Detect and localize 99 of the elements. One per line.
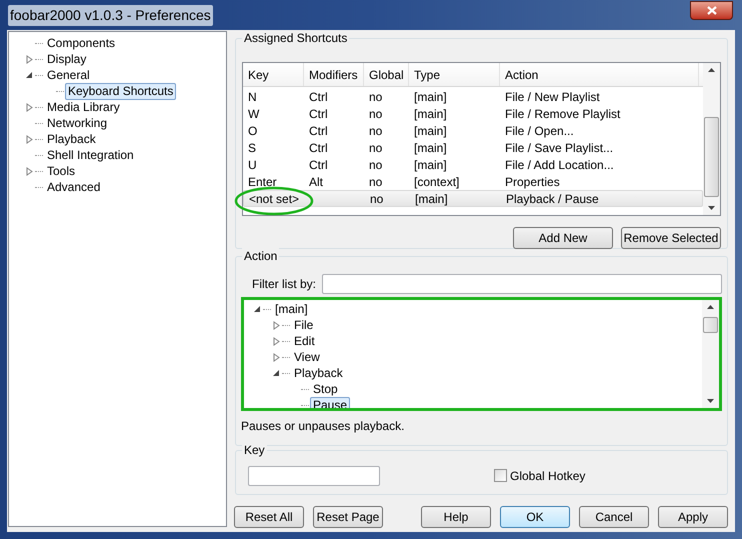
tree-item[interactable]: Tools bbox=[44, 162, 78, 180]
table-cell: S bbox=[248, 140, 256, 154]
button[interactable]: Remove Selected bbox=[621, 227, 721, 249]
filter-label: Filter list by: bbox=[252, 276, 316, 293]
table-row[interactable]: Enter Alt no [context] Properties bbox=[243, 173, 703, 190]
column-header[interactable]: Key bbox=[243, 63, 304, 86]
scroll-thumb[interactable] bbox=[704, 117, 719, 197]
scroll-up-icon[interactable] bbox=[707, 305, 714, 309]
tree-item[interactable]: Networking bbox=[44, 114, 110, 132]
table-cell: Enter bbox=[248, 174, 277, 188]
table-cell: no bbox=[369, 174, 382, 188]
tree-item[interactable]: Media Library bbox=[44, 98, 123, 116]
group-title: Key bbox=[242, 442, 267, 458]
table-cell: [main] bbox=[415, 192, 448, 206]
table-cell: O bbox=[248, 124, 258, 138]
table-cell: [main] bbox=[414, 158, 447, 172]
tree-item[interactable]: Display bbox=[44, 50, 90, 68]
table-cell: Alt bbox=[309, 174, 324, 188]
table-row[interactable]: W Ctrl no [main] File / Remove Playlist bbox=[243, 105, 703, 122]
table-row[interactable]: N Ctrl no [main] File / New Playlist bbox=[243, 88, 703, 105]
table-cell: Playback / Pause bbox=[506, 192, 599, 206]
table-cell: [main] bbox=[414, 124, 447, 138]
button[interactable]: Reset All bbox=[234, 506, 304, 528]
tree-item[interactable]: Keyboard Shortcuts bbox=[65, 82, 176, 100]
table-cell: File / Open... bbox=[505, 124, 574, 138]
scroll-thumb[interactable] bbox=[703, 317, 718, 333]
tree-item[interactable]: Stop bbox=[310, 380, 341, 398]
scroll-down-icon[interactable] bbox=[707, 399, 714, 403]
close-icon bbox=[706, 6, 716, 14]
table-row[interactable]: <not set> no [main] Playback / Pause bbox=[243, 190, 703, 207]
table-row[interactable]: U Ctrl no [main] File / Add Location... bbox=[243, 156, 703, 173]
checkbox[interactable] bbox=[494, 469, 507, 482]
table-cell: File / New Playlist bbox=[505, 90, 600, 104]
table-cell: [main] bbox=[414, 140, 447, 154]
table-cell: [main] bbox=[414, 106, 447, 120]
expanded-triangle-icon[interactable] bbox=[25, 70, 34, 80]
key-field[interactable] bbox=[248, 466, 380, 486]
table-cell: <not set> bbox=[249, 192, 300, 206]
collapsed-triangle-icon[interactable] bbox=[272, 336, 281, 346]
collapsed-triangle-icon[interactable] bbox=[25, 166, 34, 176]
window-title: foobar2000 v1.0.3 - Preferences bbox=[8, 4, 213, 26]
table-cell: Ctrl bbox=[309, 106, 328, 120]
column-header[interactable]: Type bbox=[409, 63, 500, 86]
action-description: Pauses or unpauses playback. bbox=[241, 418, 406, 435]
scroll-up-icon[interactable] bbox=[708, 68, 715, 72]
table-cell: [context] bbox=[414, 174, 460, 188]
table-row[interactable]: S Ctrl no [main] File / Save Playlist... bbox=[243, 139, 703, 156]
tree-item[interactable]: Playback bbox=[44, 130, 99, 148]
button[interactable]: Apply bbox=[658, 506, 728, 528]
table-cell: U bbox=[248, 158, 257, 172]
group-title: Assigned Shortcuts bbox=[242, 30, 350, 46]
tree-item[interactable]: Playback bbox=[291, 364, 346, 382]
collapsed-triangle-icon[interactable] bbox=[272, 320, 281, 330]
table-cell: Properties bbox=[505, 174, 560, 188]
table-cell: File / Save Playlist... bbox=[505, 140, 614, 154]
scroll-down-icon[interactable] bbox=[708, 206, 715, 210]
table-cell: no bbox=[369, 140, 382, 154]
collapsed-triangle-icon[interactable] bbox=[272, 352, 281, 362]
tree-item[interactable]: General bbox=[44, 66, 93, 84]
table-row[interactable]: O Ctrl no [main] File / Open... bbox=[243, 122, 703, 139]
table-cell: [main] bbox=[414, 90, 447, 104]
column-header[interactable]: Modifiers bbox=[304, 63, 364, 86]
scrollbar[interactable] bbox=[702, 300, 719, 408]
tree-item[interactable]: View bbox=[291, 348, 323, 366]
button[interactable]: Help bbox=[421, 506, 491, 528]
table-cell: Ctrl bbox=[309, 158, 328, 172]
button[interactable]: Add New bbox=[513, 227, 613, 249]
collapsed-triangle-icon[interactable] bbox=[25, 54, 34, 64]
expanded-triangle-icon[interactable] bbox=[272, 368, 281, 378]
scrollbar[interactable] bbox=[703, 63, 720, 215]
table-cell: no bbox=[369, 90, 382, 104]
close-button[interactable] bbox=[690, 0, 733, 20]
column-header[interactable]: Global bbox=[364, 63, 409, 86]
expanded-triangle-icon[interactable] bbox=[253, 304, 262, 314]
button[interactable]: Reset Page bbox=[313, 506, 383, 528]
collapsed-triangle-icon[interactable] bbox=[25, 134, 34, 144]
tree-item[interactable]: [main] bbox=[272, 300, 311, 318]
table-cell: no bbox=[369, 124, 382, 138]
checkbox-label: Global Hotkey bbox=[510, 468, 586, 484]
table-cell: File / Add Location... bbox=[505, 158, 614, 172]
table-cell: N bbox=[248, 90, 257, 104]
tree-item[interactable]: File bbox=[291, 316, 316, 334]
table-cell: no bbox=[369, 106, 382, 120]
tree-item[interactable]: Edit bbox=[291, 332, 318, 350]
tree-item[interactable]: Components bbox=[44, 34, 118, 52]
button[interactable]: OK bbox=[500, 506, 570, 528]
tree-item[interactable]: Shell Integration bbox=[44, 146, 137, 164]
table-cell: W bbox=[248, 106, 260, 120]
table-cell: Ctrl bbox=[309, 124, 328, 138]
column-header[interactable]: Action bbox=[500, 63, 699, 86]
filter-field[interactable] bbox=[322, 274, 722, 294]
button[interactable]: Cancel bbox=[579, 506, 649, 528]
collapsed-triangle-icon[interactable] bbox=[25, 102, 34, 112]
table-cell: File / Remove Playlist bbox=[505, 106, 620, 120]
table-cell: Ctrl bbox=[309, 90, 328, 104]
table-cell: no bbox=[369, 158, 382, 172]
tree-item[interactable]: Advanced bbox=[44, 178, 104, 196]
table-cell: no bbox=[370, 192, 384, 206]
table-cell: Ctrl bbox=[309, 140, 328, 154]
